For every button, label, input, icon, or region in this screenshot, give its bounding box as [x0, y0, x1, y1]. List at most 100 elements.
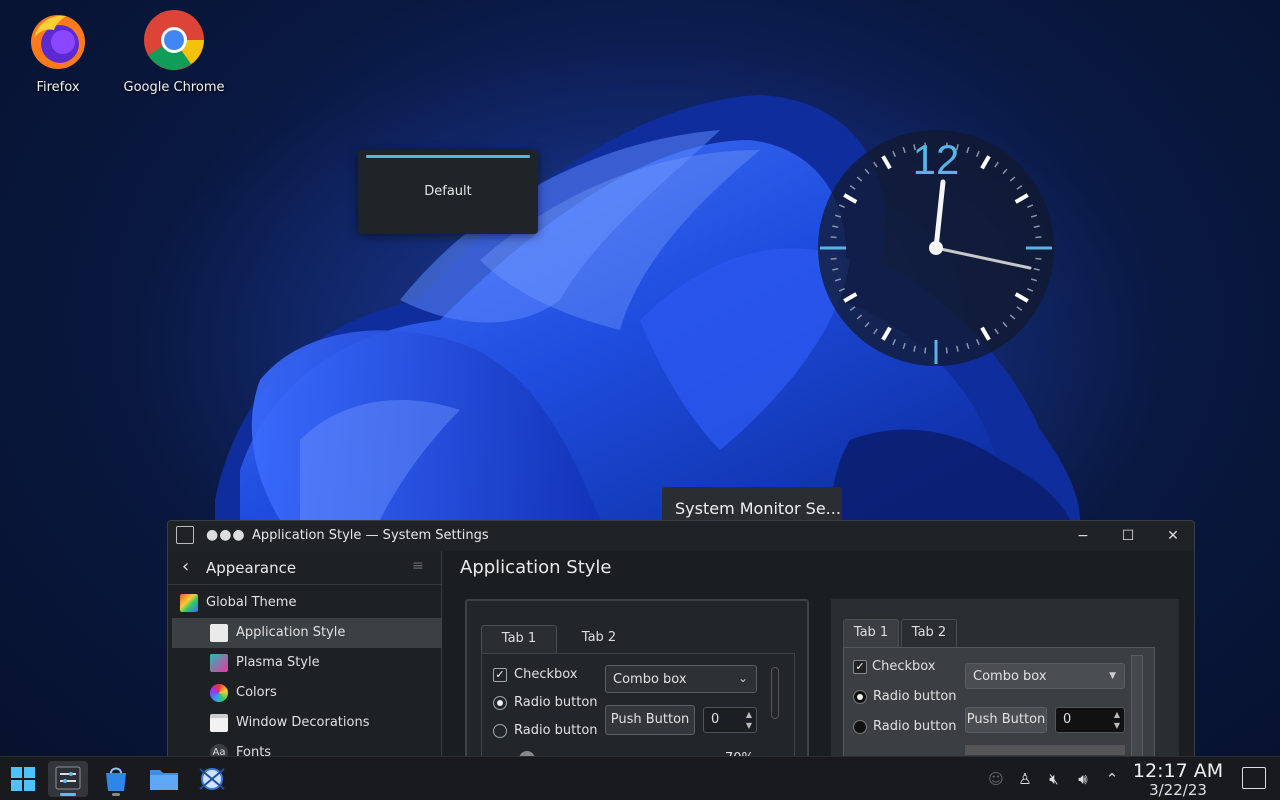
- firefox-icon: [31, 15, 85, 69]
- colors-icon: [210, 684, 228, 702]
- preview-scrollbar[interactable]: [1131, 655, 1143, 759]
- clock-minute-tick: [945, 347, 948, 354]
- preview-progress-bar: [965, 745, 1125, 755]
- taskbar: ☺ ♙ 🔇︎ 🔊︎ ⌃ 12:17 AM 3/22/23: [0, 756, 1280, 800]
- close-button[interactable]: ✕: [1161, 525, 1185, 547]
- preview-tab-2[interactable]: Tab 2: [561, 625, 637, 653]
- spin-up-icon[interactable]: ▲: [1114, 710, 1120, 719]
- sidebar-item-plasma-style[interactable]: Plasma Style: [172, 648, 442, 678]
- window-menu-dots[interactable]: ●●●: [206, 527, 246, 543]
- system-monitor-tooltip[interactable]: System Monitor Se...: [662, 487, 842, 523]
- clock-minute-tick: [1035, 257, 1042, 260]
- accounts-icon[interactable]: ♙: [1015, 769, 1035, 789]
- preview-combo-value: Combo box: [973, 669, 1047, 684]
- preview-radio-1[interactable]: [853, 690, 867, 704]
- chrome-icon: [144, 10, 204, 70]
- clock-minute-tick: [1035, 236, 1042, 239]
- user-switch-icon[interactable]: ☺: [986, 769, 1006, 789]
- desktop-icon-label: Firefox: [36, 80, 80, 95]
- preview-spin-value: 0: [1063, 712, 1072, 727]
- sidebar-item-label: Global Theme: [206, 595, 297, 610]
- clock-minute-tick: [830, 236, 837, 239]
- spin-down-icon[interactable]: ▼: [746, 721, 752, 730]
- folder-icon: [150, 770, 178, 790]
- window-titlebar[interactable]: ●●● Application Style — System Settings …: [168, 521, 1194, 551]
- hamburger-menu-icon[interactable]: ≡: [412, 558, 424, 574]
- style-preview-breeze[interactable]: Tab 1 Tab 2 ✓ Checkbox Radio button Radi…: [465, 599, 809, 759]
- preview-radio-1-label: Radio button: [514, 695, 598, 710]
- preview-combo-value: Combo box: [613, 672, 687, 687]
- minimize-button[interactable]: −: [1071, 525, 1095, 547]
- settings-sidebar: ‹ Appearance ≡ Global Theme Application …: [168, 551, 442, 759]
- preview-tab-1[interactable]: Tab 1: [843, 619, 899, 647]
- taskbar-system-settings[interactable]: [48, 761, 88, 797]
- preview-tab-1[interactable]: Tab 1: [481, 625, 557, 653]
- preview-checkbox[interactable]: ✓: [493, 668, 507, 682]
- back-chevron-icon[interactable]: ‹: [182, 556, 189, 577]
- sidebar-item-colors[interactable]: Colors: [172, 678, 442, 708]
- preview-radio-2[interactable]: [853, 720, 867, 734]
- preview-tabbar: Tab 1 Tab 2: [481, 625, 631, 653]
- spin-down-icon[interactable]: ▼: [1114, 721, 1120, 730]
- preview-spinbox[interactable]: 0 ▲ ▼: [703, 707, 757, 733]
- taskbar-clock-date[interactable]: 3/22/23: [1128, 781, 1228, 799]
- window-decorations-icon: [210, 714, 228, 732]
- maximize-button[interactable]: ☐: [1116, 525, 1140, 547]
- sidebar-header: ‹ Appearance ≡: [168, 551, 442, 585]
- preview-tab-2[interactable]: Tab 2: [901, 619, 957, 647]
- application-style-icon: [210, 624, 228, 642]
- osd-text: Default: [424, 184, 472, 199]
- analog-clock-widget: 12: [818, 130, 1054, 366]
- preview-radio-1[interactable]: [493, 696, 507, 710]
- style-preview-alternate[interactable]: Tab 1 Tab 2 ✓ Checkbox Radio button Radi…: [831, 599, 1179, 759]
- taskbar-clock-time[interactable]: 12:17 AM: [1128, 760, 1228, 782]
- show-desktop-button[interactable]: [1242, 767, 1266, 789]
- global-theme-icon: [180, 594, 198, 612]
- clock-minute-tick: [924, 347, 927, 354]
- window-title: Application Style — System Settings: [252, 528, 489, 543]
- chevron-up-icon[interactable]: ⌃: [1102, 769, 1122, 789]
- sidebar-item-label: Window Decorations: [236, 715, 370, 730]
- sidebar-back-label[interactable]: Appearance: [206, 559, 296, 577]
- sidebar-item-label: Plasma Style: [236, 655, 320, 670]
- sidebar-item-application-style[interactable]: Application Style: [172, 618, 442, 648]
- sidebar-item-label: Colors: [236, 685, 277, 700]
- preview-checkbox-label: Checkbox: [872, 659, 936, 674]
- speaker-muted-icon[interactable]: 🔇︎: [1044, 769, 1064, 789]
- system-settings-window: ●●● Application Style — System Settings …: [167, 520, 1195, 760]
- clock-minute-tick: [830, 257, 837, 260]
- preview-checkbox-label: Checkbox: [514, 667, 578, 682]
- start-menu-icon: [11, 767, 35, 791]
- theme-osd: Default: [358, 150, 538, 234]
- preview-scrollbar[interactable]: [771, 667, 779, 719]
- start-menu-button[interactable]: [3, 761, 43, 797]
- settings-app-icon: [176, 526, 194, 544]
- clock-numeral-12: 12: [913, 136, 960, 183]
- caret-down-icon: ▼: [1109, 671, 1116, 681]
- active-window-indicator: [60, 793, 76, 796]
- clock-center: [929, 241, 943, 255]
- volume-icon[interactable]: 🔊︎: [1073, 769, 1093, 789]
- taskbar-network-app[interactable]: [192, 761, 232, 797]
- sidebar-item-window-decorations[interactable]: Window Decorations: [172, 708, 442, 738]
- preview-spinbox[interactable]: 0 ▲ ▼: [1055, 707, 1125, 733]
- network-globe-icon: [199, 768, 225, 790]
- desktop-icon-firefox[interactable]: Firefox: [3, 8, 113, 95]
- preview-checkbox[interactable]: ✓: [853, 660, 867, 674]
- preview-combo-box[interactable]: Combo box ⌄: [605, 665, 757, 693]
- desktop-icon-chrome[interactable]: Google Chrome: [119, 8, 229, 95]
- discover-store-icon: [106, 767, 126, 791]
- preview-radio-2[interactable]: [493, 724, 507, 738]
- preview-radio-2-label: Radio button: [873, 719, 957, 734]
- system-settings-icon: [55, 766, 81, 790]
- sidebar-item-global-theme[interactable]: Global Theme: [172, 588, 442, 618]
- preview-push-button[interactable]: Push Button: [605, 705, 695, 735]
- preview-combo-box[interactable]: Combo box ▼: [965, 663, 1125, 689]
- preview-spin-value: 0: [711, 712, 720, 727]
- preview-push-button[interactable]: Push Button: [965, 707, 1047, 733]
- taskbar-discover[interactable]: [96, 761, 136, 797]
- taskbar-file-manager[interactable]: [144, 761, 184, 797]
- preview-radio-1-label: Radio button: [873, 689, 957, 704]
- osd-progress-bar: [366, 155, 530, 158]
- spin-up-icon[interactable]: ▲: [746, 710, 752, 719]
